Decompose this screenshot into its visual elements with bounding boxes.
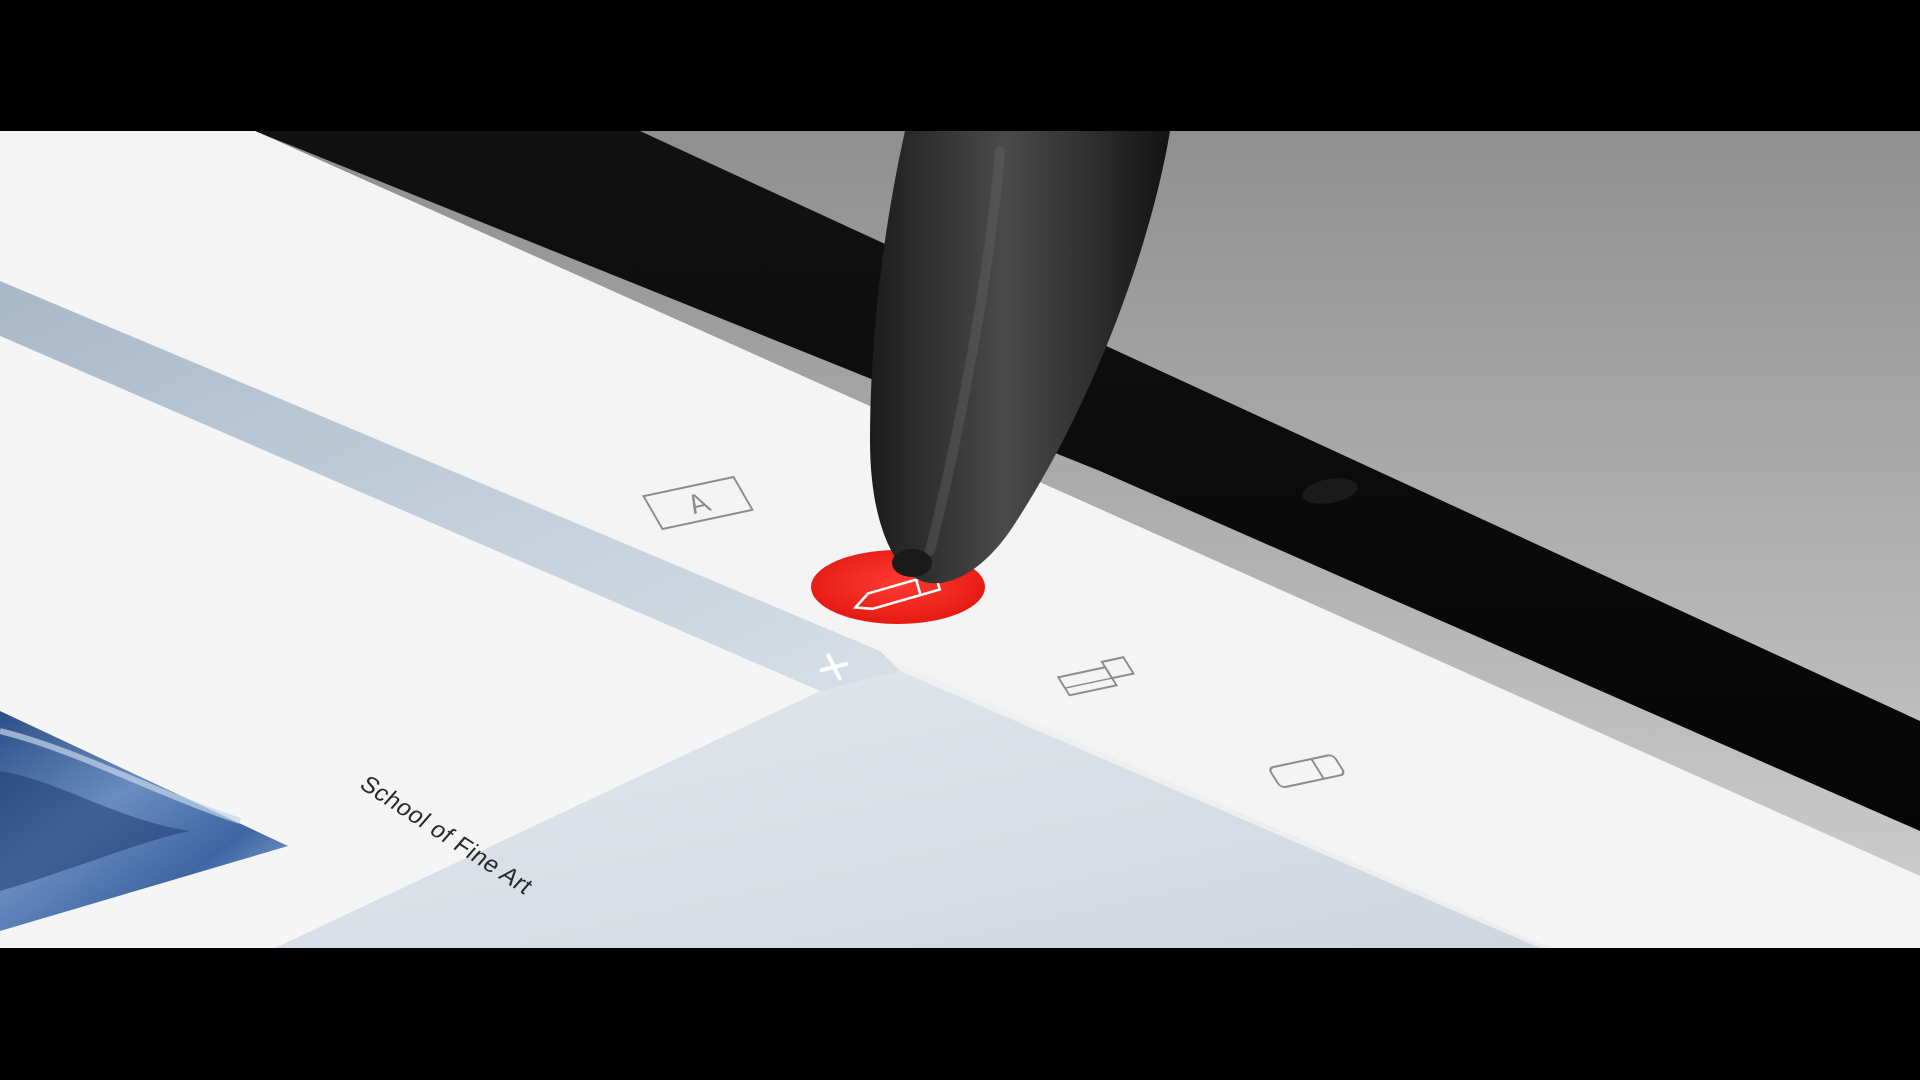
letterbox-top (0, 0, 1920, 131)
tablet-scene: A School of Fine Art (0, 131, 1920, 948)
letterbox-bottom (0, 948, 1920, 1080)
video-frame: A School of Fine Art (0, 0, 1920, 1080)
tablet-illustration: A (0, 131, 1920, 948)
